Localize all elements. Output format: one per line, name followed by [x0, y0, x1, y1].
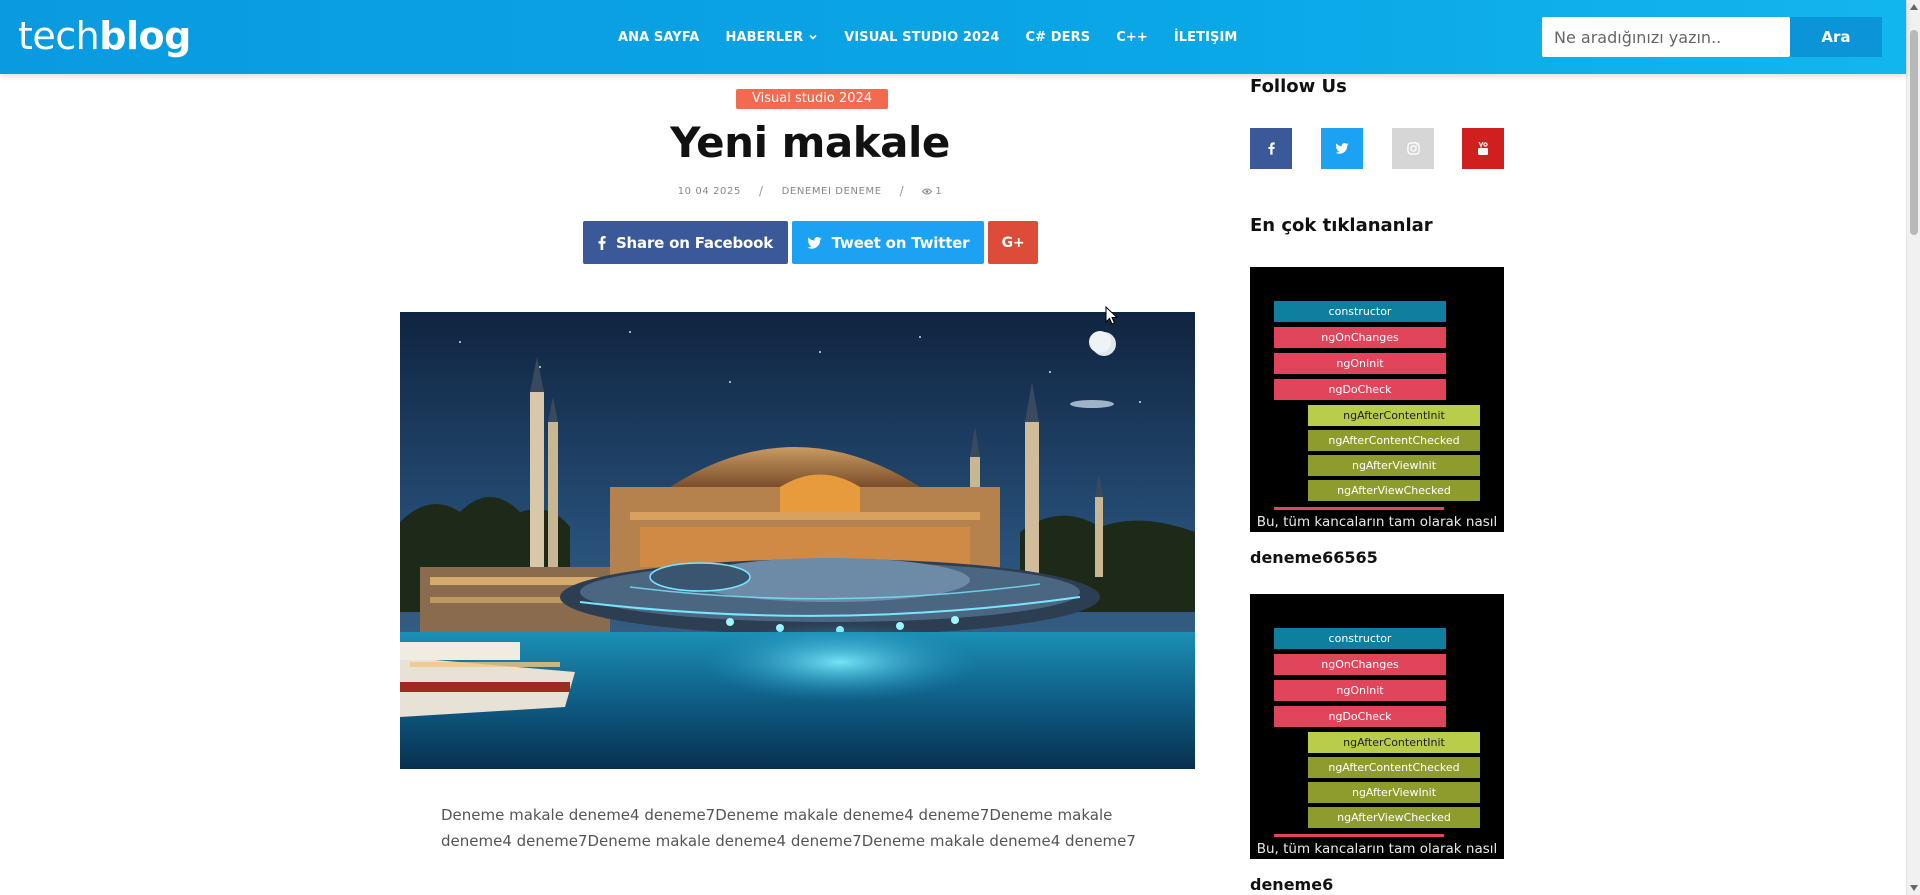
- thumb-row: ngOnInit: [1274, 680, 1446, 701]
- popular-post-title[interactable]: deneme66565: [1250, 548, 1378, 567]
- site-header: techblog ANA SAYFA HABERLER VISUAL STUDI…: [0, 0, 1906, 74]
- meta-separator: /: [899, 184, 905, 198]
- nav-item-label: C++: [1116, 29, 1148, 45]
- thumb-row: ngAfterContentInit: [1308, 405, 1480, 426]
- popular-post-title[interactable]: deneme6: [1250, 875, 1333, 894]
- thumb-row: ngOnChanges: [1274, 327, 1446, 348]
- thumb-caption: Bu, tüm kancaların tam olarak nasıl: [1256, 514, 1498, 530]
- nav-item-label: C# DERS: [1025, 29, 1091, 45]
- article-body: Deneme makale deneme4 deneme7Deneme maka…: [441, 802, 1181, 854]
- facebook-icon: [598, 235, 606, 250]
- meta-separator: /: [758, 184, 764, 198]
- thumb-row: ngDoCheck: [1274, 706, 1446, 727]
- category-badge[interactable]: Visual studio 2024: [736, 89, 889, 109]
- share-facebook-label: Share on Facebook: [615, 233, 774, 252]
- view-count: 1: [922, 186, 942, 197]
- article-date: 10 04 2025: [677, 185, 741, 197]
- thumb-row: ngAfterContentChecked: [1308, 430, 1480, 451]
- nav-item-visual-studio[interactable]: VISUAL STUDIO 2024: [844, 30, 999, 45]
- nav-item-label: HABERLER: [725, 29, 804, 45]
- share-facebook-button[interactable]: Share on Facebook: [583, 221, 788, 264]
- twitter-icon: [806, 236, 822, 249]
- search-input[interactable]: [1542, 17, 1790, 57]
- nav-item-csharp[interactable]: C# DERS: [1025, 30, 1090, 45]
- thumb-row: ngAfterContentInit: [1308, 732, 1480, 753]
- nav-item-home[interactable]: ANA SAYFA: [618, 30, 699, 45]
- social-facebook-button[interactable]: [1250, 128, 1292, 169]
- logo-bold-text: blog: [99, 14, 191, 58]
- view-count-value: 1: [935, 185, 943, 197]
- follow-us-title: Follow Us: [1250, 76, 1347, 97]
- social-twitter-button[interactable]: [1321, 128, 1363, 169]
- nav-item-label: ANA SAYFA: [618, 29, 700, 45]
- chevron-down-icon: [809, 34, 817, 40]
- scrollbar-thumb[interactable]: [1910, 30, 1918, 235]
- thumb-row: ngAfterViewChecked: [1308, 807, 1480, 828]
- scroll-down-arrow-icon[interactable]: [1910, 885, 1918, 891]
- article-meta: 10 04 2025 / DENEMEI DENEME / 1: [400, 184, 1220, 198]
- facebook-icon: [1267, 142, 1275, 155]
- article-body-line: Deneme makale deneme4 deneme7Deneme maka…: [441, 806, 1113, 824]
- nav-item-label: VISUAL STUDIO 2024: [844, 29, 1000, 45]
- thumb-row: ngAfterViewInit: [1308, 455, 1480, 476]
- twitter-icon: [1335, 143, 1349, 154]
- eye-icon: [922, 188, 933, 194]
- search-button[interactable]: Ara: [1790, 17, 1882, 57]
- thumb-row: constructor: [1274, 628, 1446, 649]
- thumb-divider: [1274, 834, 1444, 837]
- article-hero-image: [400, 312, 1195, 769]
- article-title: Yeni makale: [670, 118, 950, 167]
- social-instagram-button[interactable]: [1392, 128, 1434, 169]
- social-youtube-button[interactable]: [1462, 128, 1504, 169]
- share-google-plus-button[interactable]: G+: [988, 221, 1038, 264]
- article-body-line: deneme4 deneme7Deneme makale deneme4 den…: [441, 832, 1136, 850]
- thumb-row: constructor: [1274, 301, 1446, 322]
- thumb-row: ngAfterContentChecked: [1308, 757, 1480, 778]
- logo-light-text: tech: [18, 14, 100, 58]
- site-logo[interactable]: techblog: [18, 12, 191, 60]
- nav-item-news[interactable]: HABERLER: [725, 30, 818, 45]
- nav-item-cpp[interactable]: C++: [1116, 30, 1148, 45]
- share-twitter-label: Tweet on Twitter: [831, 233, 970, 252]
- main-nav: ANA SAYFA HABERLER VISUAL STUDIO 2024 C#…: [618, 0, 1263, 74]
- article-author[interactable]: DENEMEI DENEME: [782, 186, 882, 197]
- thumb-row: ngAfterViewInit: [1308, 782, 1480, 803]
- instagram-icon: [1406, 142, 1420, 155]
- popular-post-thumbnail[interactable]: constructor ngOnChanges ngOnInit ngDoChe…: [1250, 594, 1504, 859]
- thumb-row: ngOnInit: [1274, 353, 1446, 374]
- popular-post-thumbnail[interactable]: constructor ngOnChanges ngOnInit ngDoChe…: [1250, 267, 1504, 532]
- page-scrollbar[interactable]: [1906, 0, 1920, 895]
- mouse-cursor-icon: [1105, 306, 1119, 325]
- google-plus-icon: G+: [1001, 234, 1025, 251]
- nav-item-contact[interactable]: İLETIŞIM: [1174, 30, 1238, 45]
- thumb-row: ngAfterViewChecked: [1308, 480, 1480, 501]
- nav-item-label: İLETIŞIM: [1173, 29, 1238, 45]
- hero-illustration: [400, 312, 1195, 769]
- scroll-up-arrow-icon[interactable]: [1910, 4, 1918, 10]
- thumb-row: ngOnChanges: [1274, 654, 1446, 675]
- thumb-caption: Bu, tüm kancaların tam olarak nasıl: [1256, 841, 1498, 857]
- thumb-row: ngDoCheck: [1274, 379, 1446, 400]
- youtube-icon: [1478, 141, 1488, 155]
- thumb-divider: [1274, 507, 1444, 510]
- share-twitter-button[interactable]: Tweet on Twitter: [792, 221, 984, 264]
- most-clicked-title: En çok tıklananlar: [1250, 215, 1433, 236]
